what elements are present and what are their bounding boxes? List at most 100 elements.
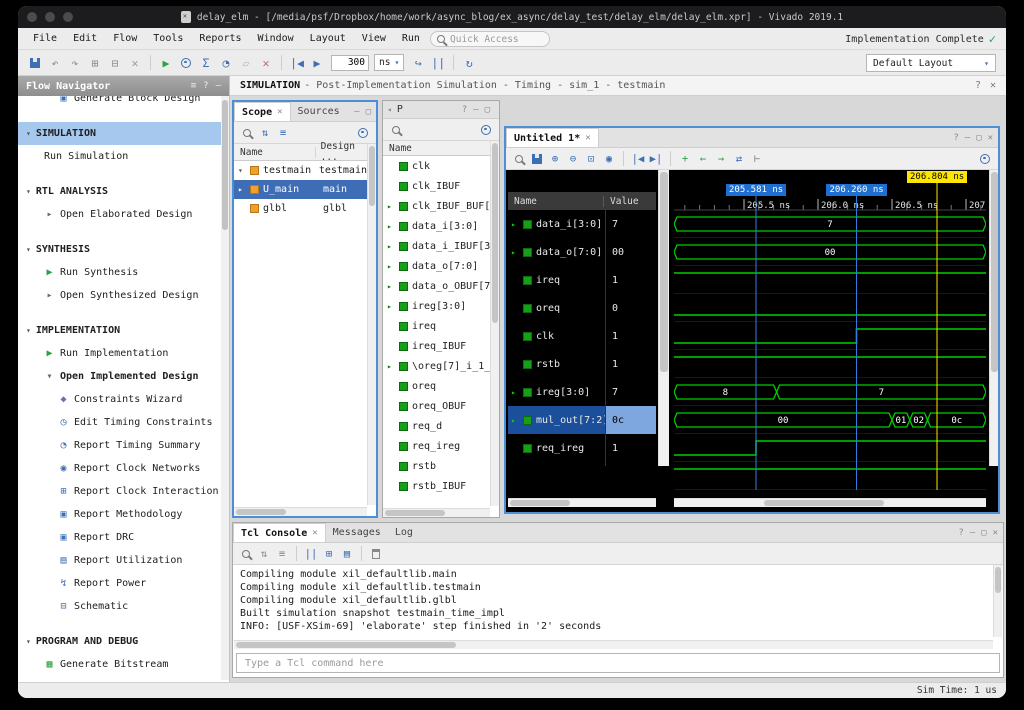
close-window-button[interactable] [27,12,37,22]
collapse-all-icon[interactable]: ⇅ [257,125,273,141]
tree-expand-icon[interactable]: ▸ [387,242,395,251]
wave-names-vscrollbar[interactable] [658,170,669,466]
scope-column-name[interactable]: Name [234,147,316,158]
flow-item-open-implemented-design[interactable]: ▾Open Implemented Design [18,365,221,388]
clear-console-icon[interactable] [368,546,384,562]
wave-signal-clk[interactable]: clk [508,322,605,350]
scope-tab-scope[interactable]: Scope✕ [234,102,291,121]
flow-item-report-power[interactable]: ↯Report Power [18,572,221,595]
report-sigma-icon[interactable]: Σ [197,54,215,72]
scrollbar-thumb[interactable] [492,143,498,323]
flow-item-constraints-wizard[interactable]: ◆Constraints Wizard [18,388,221,411]
object-oreg-7-i-1[interactable]: ▸\oreg[7]_i_1_ [383,356,490,376]
tree-expand-icon[interactable]: ▸ [387,222,395,231]
menu-item-run[interactable]: Run [395,33,427,44]
settings-gear-icon[interactable] [177,54,195,72]
object-oreq-obuf[interactable]: oreq_OBUF [383,396,490,416]
flow-item-report-timing-summary[interactable]: ◔Report Timing Summary [18,434,221,457]
menu-item-file[interactable]: File [26,33,64,44]
cursor-badge[interactable]: 206.804 ns [907,171,967,183]
cancel-run-icon[interactable]: ✕ [257,54,275,72]
scope-row-glbl[interactable]: glblglbl [234,199,367,218]
help-icon[interactable]: ? [953,133,958,143]
tree-expand-icon[interactable]: ▸ [511,220,519,229]
tree-expand-icon[interactable]: ▸ [387,202,395,211]
zoom-to-cursor-icon[interactable]: ◉ [601,151,617,167]
cursor-badge[interactable]: 205.581 ns [726,184,786,196]
scrollbar-thumb[interactable] [236,642,456,648]
edit-pencil-icon[interactable]: ▱ [237,54,255,72]
scrollbar-thumb[interactable] [222,100,228,230]
pause-output-icon[interactable]: || [303,546,319,562]
open-file-icon[interactable] [26,54,44,72]
flow-item-open-synthesized-design[interactable]: ▸Open Synthesized Design [18,284,221,307]
scrollbar-thumb[interactable] [510,500,570,506]
search-icon[interactable] [238,546,254,562]
restart-simulation-icon[interactable]: |◀ [288,54,306,72]
tree-expand-icon[interactable]: ▸ [387,302,395,311]
wave-signal-oreq[interactable]: oreq [508,294,605,322]
float-icon[interactable]: ▢ [485,105,490,115]
gear-icon[interactable] [358,128,368,138]
flow-navigator-scrollbar[interactable] [221,96,229,680]
flow-section-rtl-analysis[interactable]: ▾RTL ANALYSIS [18,180,221,203]
flow-item-report-clock-interaction[interactable]: ⊞Report Clock Interaction [18,480,221,503]
step-icon[interactable]: ↪ [409,54,427,72]
minimize-icon[interactable]: – [965,133,970,143]
flow-item-report-utilization[interactable]: ▤Report Utilization [18,549,221,572]
paste-icon[interactable]: ⊟ [106,54,124,72]
swap-cursors-icon[interactable]: ⇄ [731,151,747,167]
objects-column-header[interactable]: Name [383,141,499,156]
objects-tab-label[interactable]: P [397,104,403,115]
wave-signal-data-o-7-0[interactable]: ▸data_o[7:0] [508,238,605,266]
menu-item-window[interactable]: Window [251,33,301,44]
menu-item-view[interactable]: View [355,33,393,44]
wave-plot-hscrollbar[interactable] [674,498,986,507]
scrollbar-thumb[interactable] [991,172,998,372]
redo-icon[interactable]: ↷ [66,54,84,72]
flow-item-report-methodology[interactable]: ▣Report Methodology [18,503,221,526]
float-icon[interactable]: ▢ [981,528,986,538]
help-icon[interactable]: ? [462,105,467,115]
minimize-window-button[interactable] [45,12,55,22]
add-marker-icon[interactable]: + [677,151,693,167]
tree-expand-icon[interactable]: ▸ [387,282,395,291]
wave-signal-mul-out-7-2[interactable]: ▸mul_out[7:2] [508,406,605,434]
help-icon[interactable]: ? [203,81,208,91]
tcl-tab-messages[interactable]: Messages [326,523,388,542]
tree-expand-icon[interactable]: ▸ [387,262,395,271]
tab-overflow-left-icon[interactable]: ◂ [387,105,392,114]
close-icon[interactable]: ✕ [988,133,993,143]
flow-section-program-and-debug[interactable]: ▾PROGRAM AND DEBUG [18,630,221,653]
tree-expand-icon[interactable]: ▾ [238,166,246,175]
close-icon[interactable]: ✕ [312,528,317,538]
delete-icon[interactable]: ✕ [126,54,144,72]
scope-hscrollbar[interactable] [234,507,367,516]
object-ireq[interactable]: ireq [383,316,490,336]
object-data-i-ibuf-3[interactable]: ▸data_i_IBUF[3 [383,236,490,256]
scrollbar-thumb[interactable] [660,172,668,372]
flow-item-open-elaborated-design[interactable]: ▸Open Elaborated Design [18,203,221,226]
expand-all-icon[interactable]: ≡ [275,125,291,141]
find-in-console-icon[interactable]: ⇅ [256,546,272,562]
tcl-tab-log[interactable]: Log [388,523,420,542]
flow-item-run-simulation[interactable]: Run Simulation [18,145,221,168]
flow-section-synthesis[interactable]: ▾SYNTHESIS [18,238,221,261]
search-icon[interactable] [511,151,527,167]
wave-signal-rstb[interactable]: rstb [508,350,605,378]
object-req-ireg[interactable]: req_ireg [383,436,490,456]
wave-names-hscrollbar[interactable] [508,498,656,507]
flow-item-report-clock-networks[interactable]: ◉Report Clock Networks [18,457,221,480]
object-oreq[interactable]: oreq [383,376,490,396]
scrollbar-thumb[interactable] [764,500,884,506]
search-icon[interactable] [388,122,404,138]
close-icon[interactable]: ✕ [585,133,590,143]
help-icon[interactable]: ? [958,528,963,538]
tcl-vscrollbar[interactable] [993,565,1002,637]
zoom-out-icon[interactable]: ⊖ [565,151,581,167]
tree-expand-icon[interactable]: ▸ [511,416,519,425]
run-all-icon[interactable]: ▶ [308,54,326,72]
objects-vscrollbar[interactable] [490,141,499,506]
tcl-tab-tcl-console[interactable]: Tcl Console✕ [233,523,326,542]
object-ireg-3-0[interactable]: ▸ireg[3:0] [383,296,490,316]
